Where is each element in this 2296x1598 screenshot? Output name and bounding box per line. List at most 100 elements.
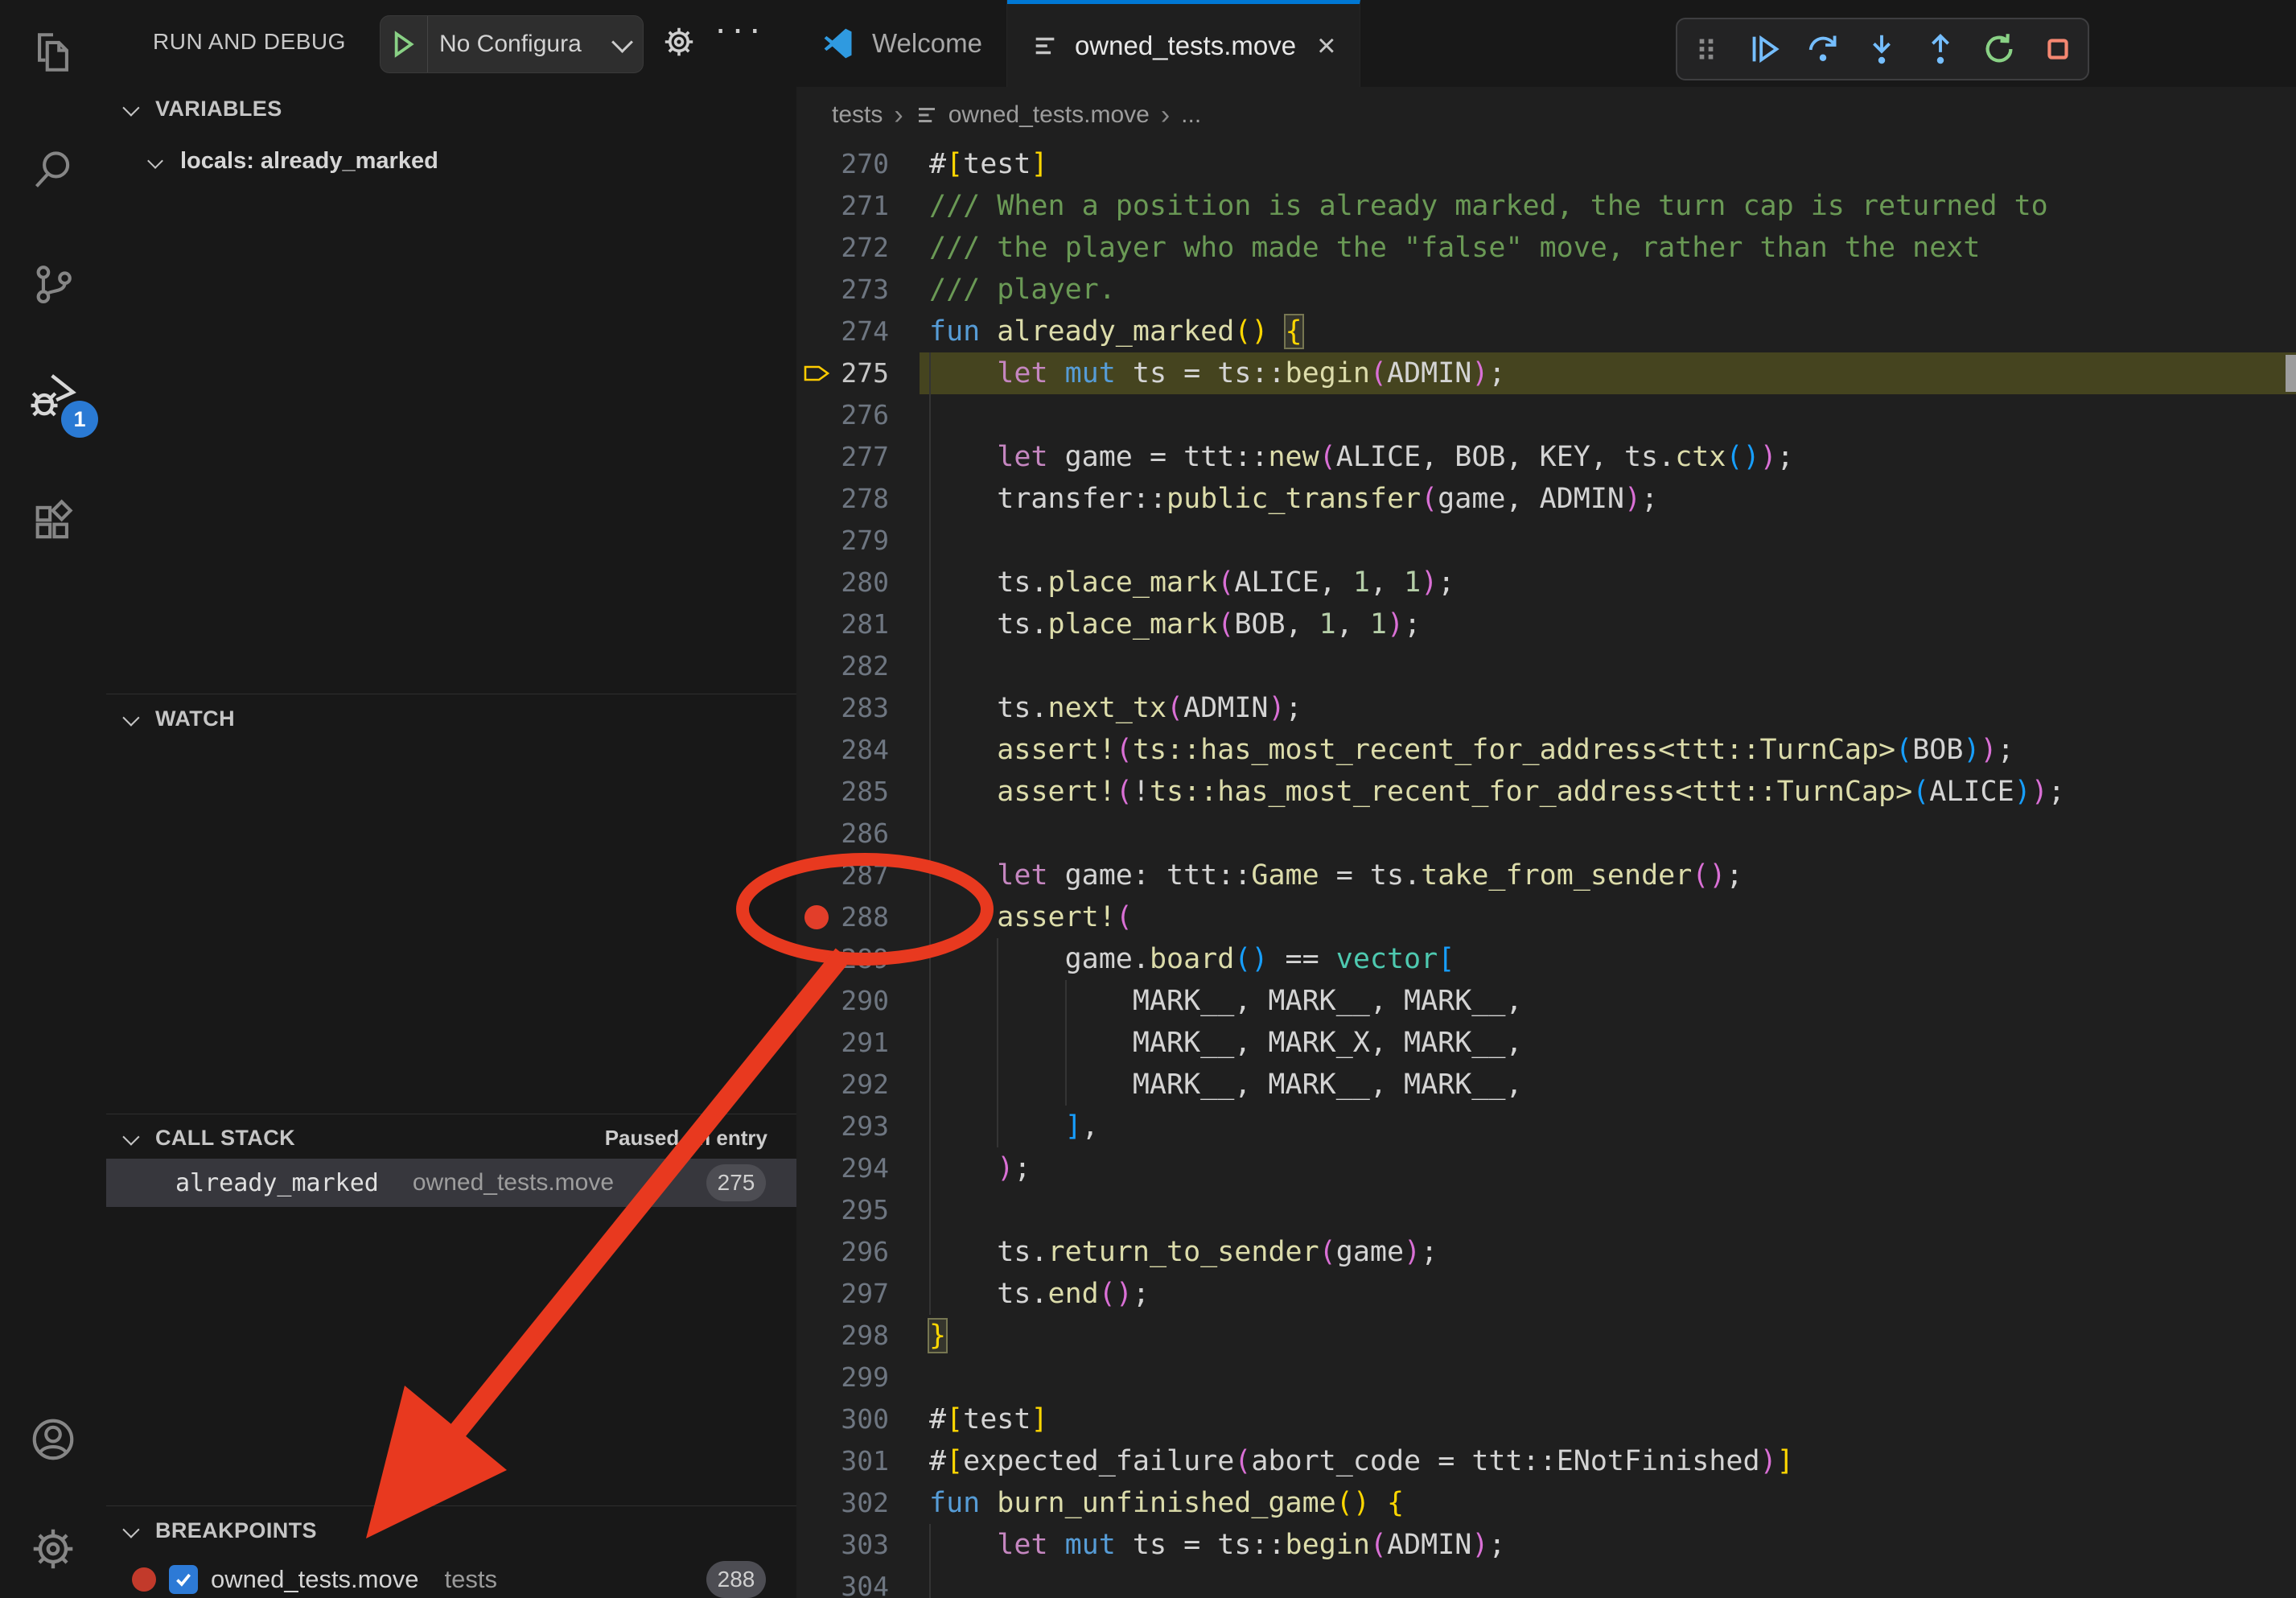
- section-watch[interactable]: WATCH: [106, 701, 796, 736]
- gutter[interactable]: [796, 729, 837, 771]
- line-number: 299: [837, 1357, 889, 1398]
- chevron-down-icon: [122, 99, 139, 116]
- gutter[interactable]: [796, 896, 837, 938]
- gutter[interactable]: [796, 687, 837, 729]
- activity-extensions[interactable]: [0, 499, 106, 546]
- section-breakpoints[interactable]: BREAKPOINTS: [106, 1513, 796, 1548]
- activity-source-control[interactable]: [0, 261, 106, 307]
- gutter[interactable]: [796, 1106, 837, 1147]
- more-actions-icon[interactable]: ···: [714, 6, 766, 50]
- gutter[interactable]: [796, 436, 837, 478]
- gutter[interactable]: [796, 1147, 837, 1189]
- gutter[interactable]: [796, 771, 837, 813]
- gutter[interactable]: [796, 938, 837, 980]
- play-icon: [392, 31, 416, 58]
- gutter[interactable]: [796, 1189, 837, 1231]
- activity-settings[interactable]: [0, 1524, 106, 1574]
- sidebar-title: RUN AND DEBUG: [153, 29, 346, 55]
- line-number: 303: [837, 1524, 889, 1566]
- step-out-button[interactable]: [1922, 31, 1959, 68]
- gutter[interactable]: [796, 855, 837, 896]
- activity-run-debug[interactable]: 1: [0, 369, 106, 425]
- debug-settings-button[interactable]: [660, 23, 698, 65]
- gutter[interactable]: [796, 562, 837, 603]
- indent-guide: [997, 938, 998, 1147]
- watch-label: WATCH: [155, 706, 235, 731]
- gutter[interactable]: [796, 1524, 837, 1566]
- breakpoint-list-item[interactable]: owned_tests.move tests 288: [106, 1556, 796, 1598]
- gutter[interactable]: [796, 1064, 837, 1106]
- code-text: MARK__, MARK__, MARK__,: [920, 980, 2296, 1022]
- explorer-icon: [30, 29, 76, 76]
- line-number: 276: [837, 394, 889, 436]
- gutter[interactable]: [796, 520, 837, 562]
- locals-scope-row[interactable]: locals: already_marked: [106, 143, 796, 179]
- gutter[interactable]: [796, 980, 837, 1022]
- restart-button[interactable]: [1981, 31, 2018, 68]
- continue-button[interactable]: [1746, 31, 1783, 68]
- section-call-stack[interactable]: CALL STACK Paused on entry: [106, 1120, 796, 1155]
- gutter[interactable]: [796, 1398, 837, 1440]
- launch-config-dropdown[interactable]: No Configura: [380, 15, 644, 73]
- line-number: 287: [837, 855, 889, 896]
- line-number: 278: [837, 478, 889, 520]
- gutter[interactable]: [796, 1022, 837, 1064]
- stack-frame-row[interactable]: already_marked owned_tests.move 275: [106, 1159, 796, 1207]
- stop-button[interactable]: [2039, 31, 2076, 68]
- gutter[interactable]: [796, 1440, 837, 1482]
- gutter[interactable]: [796, 478, 837, 520]
- gutter[interactable]: [796, 352, 837, 394]
- code-text: game.board() == vector[: [920, 938, 2296, 980]
- code-text: /// player.: [920, 269, 2296, 311]
- code-text: assert!(ts::has_most_recent_for_address<…: [920, 729, 2296, 771]
- breakpoint-file: owned_tests.move: [211, 1565, 418, 1594]
- gutter[interactable]: [796, 394, 837, 436]
- line-number: 294: [837, 1147, 889, 1189]
- tab-owned-tests[interactable]: owned_tests.move ×: [1007, 0, 1361, 87]
- gutter[interactable]: [796, 269, 837, 311]
- breadcrumb-more[interactable]: ...: [1181, 101, 1201, 129]
- gutter[interactable]: [796, 1566, 837, 1598]
- breadcrumb-file[interactable]: owned_tests.move: [948, 101, 1150, 129]
- line-number: 289: [837, 938, 889, 980]
- chevron-down-icon: [122, 709, 139, 726]
- file-icon: [915, 103, 939, 127]
- gutter[interactable]: [796, 1357, 837, 1398]
- code-line-280: 280 ts.place_mark(ALICE, 1, 1);: [796, 562, 2296, 603]
- gutter[interactable]: [796, 1273, 837, 1315]
- close-icon[interactable]: ×: [1317, 30, 1335, 62]
- code-line-271: 271/// When a position is already marked…: [796, 185, 2296, 227]
- gutter[interactable]: [796, 645, 837, 687]
- gutter[interactable]: [796, 1315, 837, 1357]
- gutter[interactable]: [796, 1482, 837, 1524]
- activity-account[interactable]: [0, 1415, 106, 1464]
- pause-status: Paused on entry: [605, 1126, 767, 1151]
- file-icon: [1031, 32, 1059, 60]
- gutter[interactable]: [796, 311, 837, 352]
- code-line-282: 282: [796, 645, 2296, 687]
- tab-welcome[interactable]: Welcome: [796, 0, 1007, 87]
- section-variables[interactable]: VARIABLES: [106, 91, 796, 126]
- gutter[interactable]: [796, 1231, 837, 1273]
- activity-search[interactable]: [0, 146, 106, 193]
- indent-guide: [929, 352, 931, 1315]
- gutter[interactable]: [796, 185, 837, 227]
- gutter[interactable]: [796, 603, 837, 645]
- drag-handle-icon[interactable]: [1689, 31, 1724, 68]
- code-area[interactable]: 270#[test]271/// When a position is alre…: [796, 143, 2296, 1598]
- gutter[interactable]: [796, 813, 837, 855]
- step-over-button[interactable]: [1804, 31, 1841, 68]
- step-into-button[interactable]: [1863, 31, 1900, 68]
- breakpoint-checkbox[interactable]: [169, 1565, 198, 1594]
- breakpoint-icon[interactable]: [804, 905, 829, 929]
- gutter[interactable]: [796, 143, 837, 185]
- code-text: let mut ts = ts::begin(ADMIN);: [920, 1524, 2296, 1566]
- breadcrumb-dir[interactable]: tests: [832, 101, 883, 129]
- activity-explorer[interactable]: [0, 29, 106, 76]
- start-debug-button[interactable]: [381, 16, 428, 72]
- code-text: let mut ts = ts::begin(ADMIN);: [920, 352, 2296, 394]
- gutter[interactable]: [796, 227, 837, 269]
- breakpoints-label: BREAKPOINTS: [155, 1518, 317, 1543]
- line-number: 290: [837, 980, 889, 1022]
- code-text: [920, 394, 2296, 436]
